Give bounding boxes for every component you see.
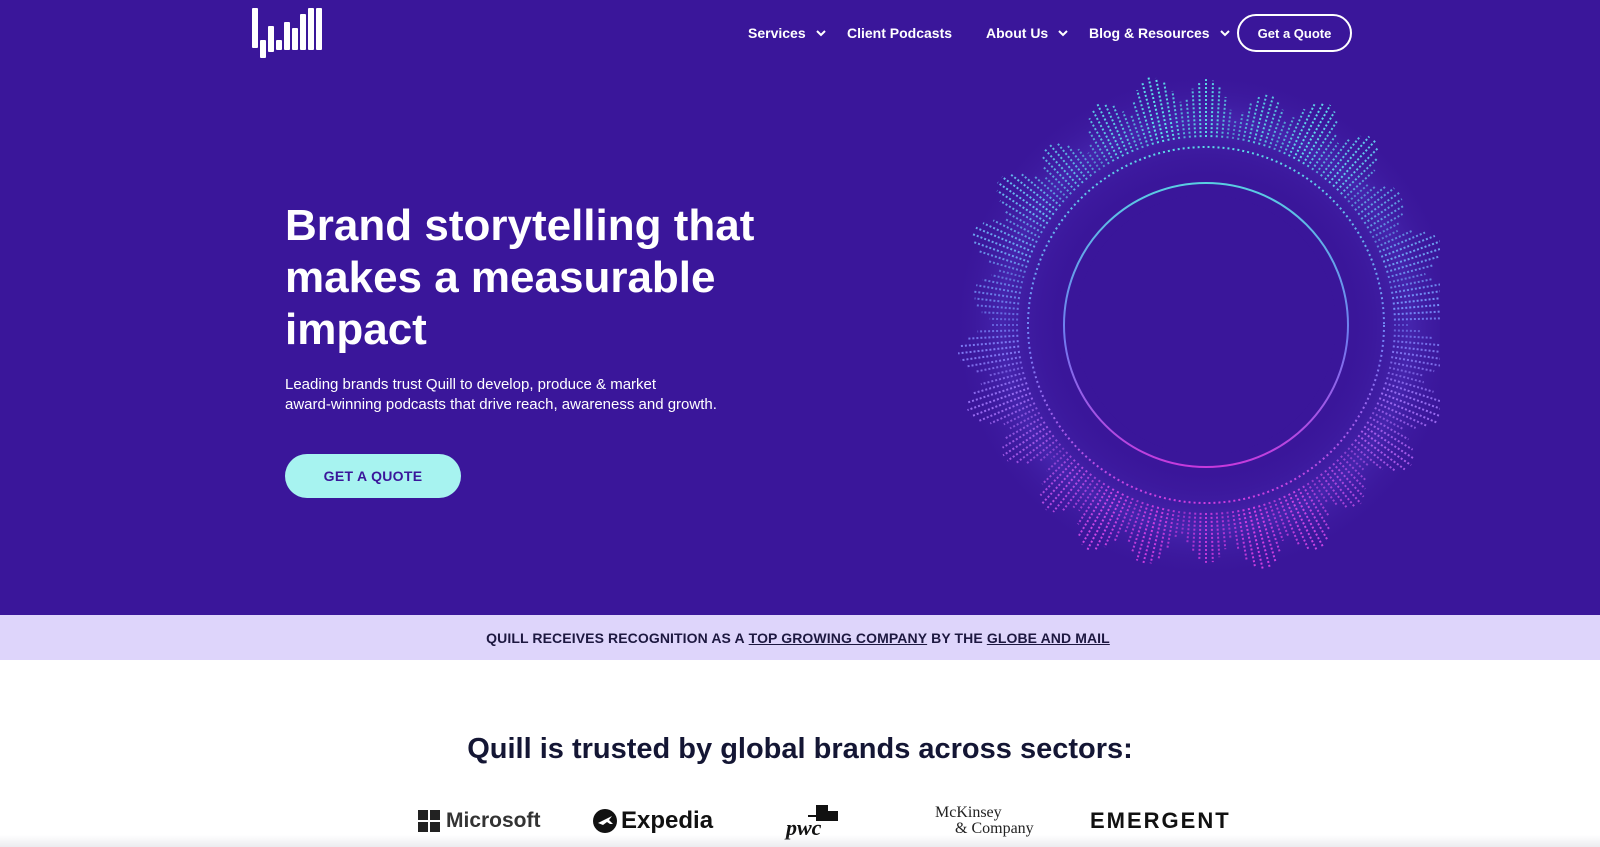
chevron-down-icon (1058, 30, 1068, 37)
mckinsey-line1: McKinsey (935, 804, 1002, 821)
hero-subtext: Leading brands trust Quill to develop, p… (285, 375, 755, 415)
nav-get-quote-button[interactable]: Get a Quote (1237, 14, 1352, 52)
nav-item-client-podcasts[interactable]: Client Podcasts (847, 14, 952, 52)
get-quote-button[interactable]: GET A QUOTE (285, 454, 461, 498)
nav-item-label: About Us (986, 25, 1049, 41)
banner-prefix: QUILL RECEIVES RECOGNITION AS A (486, 629, 745, 646)
nav-item-about-us[interactable]: About Us (986, 14, 1069, 52)
hero-subtext-line2: award-winning podcasts that drive reach,… (285, 396, 717, 413)
audio-waveform-circle-graphic (951, 70, 1440, 580)
top-growing-company-link[interactable]: TOP GROWING COMPANY (749, 630, 927, 646)
nav-item-label: Blog & Resources (1089, 25, 1210, 41)
expedia-wordmark: Expedia (621, 807, 714, 834)
nav-item-label: Services (748, 25, 806, 41)
expedia-plane-icon (593, 809, 617, 833)
hero-headline: Brand storytelling that makes a measurab… (285, 201, 755, 354)
nav-item-label: Client Podcasts (847, 25, 953, 41)
trusted-by-title: Quill is trusted by global brands across… (467, 733, 1133, 765)
microsoft-wordmark: Microsoft (446, 809, 541, 832)
chevron-down-icon (1219, 30, 1230, 37)
microsoft-grid-icon (418, 810, 440, 832)
viz-center (1076, 195, 1336, 455)
nav-item-services[interactable]: Services (748, 14, 827, 52)
globe-and-mail-link[interactable]: GLOBE AND MAIL (987, 630, 1110, 646)
hero-section: Services Client Podcasts About Us Blog &… (0, 0, 1600, 615)
quill-logo[interactable] (252, 8, 332, 58)
scroll-fade (0, 835, 1600, 847)
hero-subtext-line1: Leading brands trust Quill to develop, p… (285, 376, 657, 393)
recognition-banner: QUILL RECEIVES RECOGNITION AS A TOP GROW… (0, 615, 1600, 660)
banner-middle: BY THE (931, 629, 983, 646)
chevron-down-icon (815, 30, 826, 37)
emergent-wordmark: EMERGENT (1090, 808, 1231, 833)
nav-item-blog-resources[interactable]: Blog & Resources (1089, 14, 1231, 52)
